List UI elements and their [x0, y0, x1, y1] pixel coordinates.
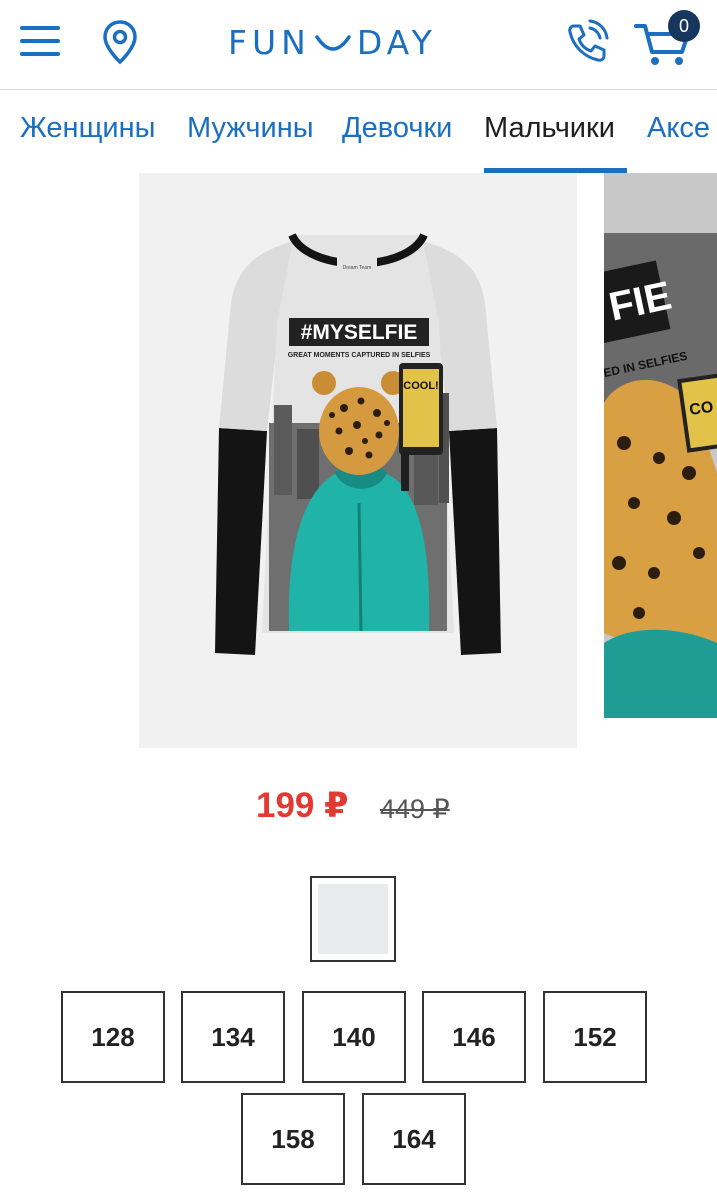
color-swatch-fill: [318, 884, 388, 954]
logo-smile-icon: [315, 35, 351, 51]
funday-logo[interactable]: FUN DAY: [228, 20, 437, 64]
size-option-140[interactable]: 140: [302, 991, 406, 1083]
print-subtitle: GREAT MOMENTS CAPTURED IN SELFIES: [288, 352, 431, 359]
product-photo[interactable]: COOL! #MYSELFIE GREAT MOMENTS CAPTURED I…: [139, 173, 577, 748]
top-header: FUN DAY 0: [0, 0, 717, 90]
old-price: 449 ₽: [380, 794, 450, 824]
category-tabs: Женщины Мужчины Девочки Мальчики Аксе: [0, 92, 717, 174]
cart-count-badge: 0: [668, 10, 700, 42]
size-option-134[interactable]: 134: [181, 991, 285, 1083]
size-option-152[interactable]: 152: [543, 991, 647, 1083]
current-price: 199 ₽: [256, 786, 349, 825]
tab-girls[interactable]: Девочки: [342, 112, 452, 145]
location-pin-icon[interactable]: [100, 18, 140, 66]
logo-text-left: FUN: [228, 22, 311, 62]
color-swatch-selected[interactable]: [310, 876, 396, 962]
phone-screen-text: COOL!: [403, 380, 438, 392]
tab-men[interactable]: Мужчины: [187, 112, 314, 145]
phone-call-icon[interactable]: [562, 18, 612, 66]
size-option-158[interactable]: 158: [241, 1093, 345, 1185]
menu-icon[interactable]: [20, 26, 60, 56]
closeup-phone-text: CO: [688, 399, 714, 419]
print-title: #MYSELFIE: [301, 321, 418, 344]
size-option-146[interactable]: 146: [422, 991, 526, 1083]
logo-text-right: DAY: [356, 22, 437, 62]
size-option-128[interactable]: 128: [61, 991, 165, 1083]
tab-accessories[interactable]: Аксе: [647, 112, 710, 145]
tab-boys[interactable]: Мальчики: [484, 112, 615, 145]
size-option-164[interactable]: 164: [362, 1093, 466, 1185]
tshirt-illustration: COOL! #MYSELFIE GREAT MOMENTS CAPTURED I…: [215, 232, 501, 655]
tag-text: Dream Team: [343, 265, 372, 271]
tshirt-closeup-illustration: FIE ED IN SELFIES CO: [604, 173, 717, 718]
next-product-photo[interactable]: FIE ED IN SELFIES CO: [604, 173, 717, 718]
tab-women[interactable]: Женщины: [20, 112, 155, 145]
